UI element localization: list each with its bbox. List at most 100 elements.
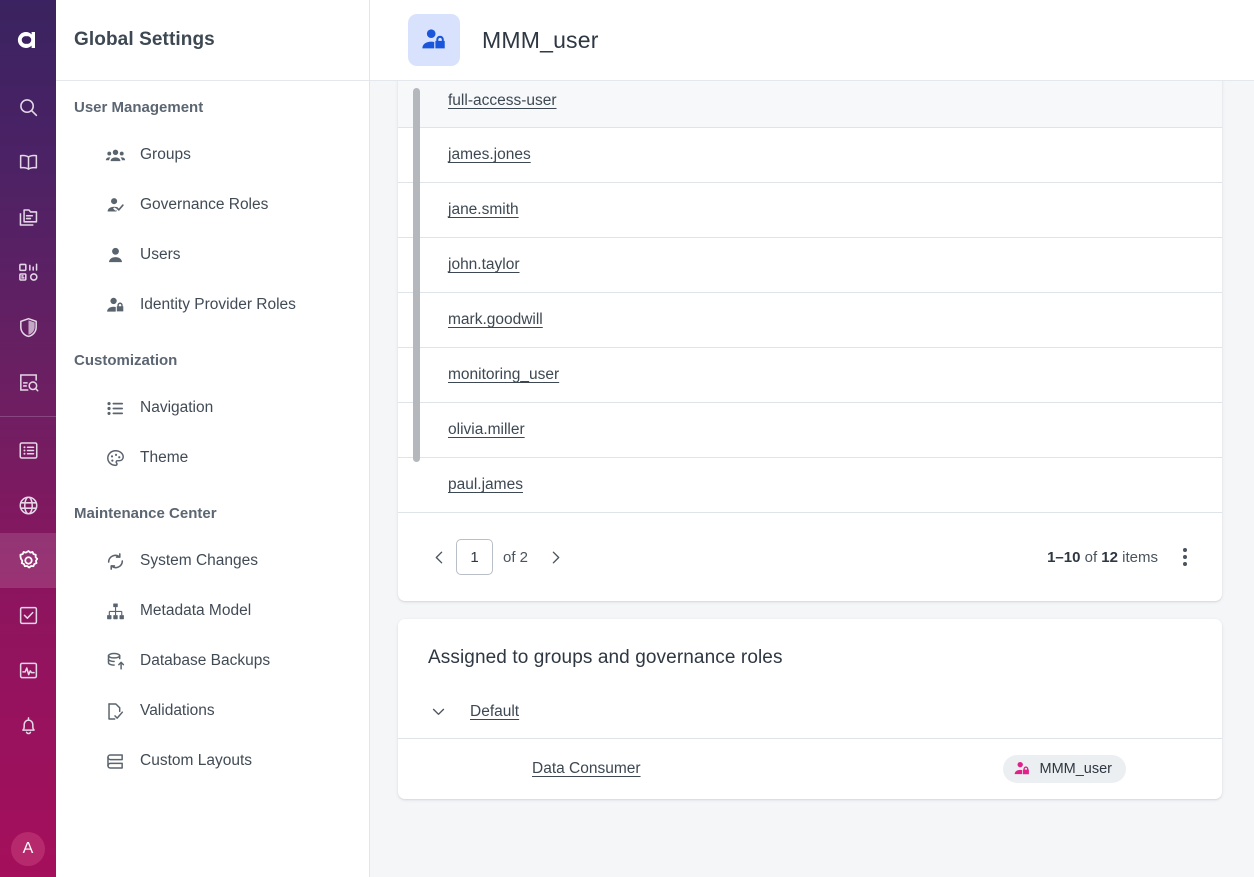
sidebar-item-label: Users	[140, 246, 180, 264]
nav-section-title: Maintenance Center	[56, 505, 369, 522]
chip-label: MMM_user	[1039, 761, 1112, 777]
sidebar-item-label: System Changes	[140, 552, 258, 570]
status-badge[interactable]: MMM_user	[1003, 755, 1126, 783]
page-title: Global Settings	[74, 29, 215, 51]
sidebar-item-label: Metadata Model	[140, 602, 251, 620]
identity-provider-role-icon	[408, 14, 460, 66]
table-row[interactable]: james.jones	[398, 128, 1222, 183]
sidebar-item-groups[interactable]: Groups	[56, 130, 369, 180]
sidebar-item-users[interactable]: Users	[56, 230, 369, 280]
sidebar-item-validations[interactable]: Validations	[56, 686, 369, 736]
dot	[1183, 548, 1187, 552]
checkbox-icon[interactable]	[0, 588, 56, 643]
settings-sidebar: Global Settings User Management	[56, 0, 370, 877]
dot	[1183, 555, 1187, 559]
assigned-groups-card: Assigned to groups and governance roles …	[398, 619, 1222, 799]
overflow-menu-icon[interactable]	[1170, 540, 1200, 574]
table-row[interactable]: mark.goodwill	[398, 293, 1222, 348]
sidebar-item-identity-provider-roles[interactable]: Identity Provider Roles	[56, 280, 369, 330]
database-backup-icon	[104, 650, 126, 672]
chevron-down-icon[interactable]	[428, 702, 448, 722]
app-root: A Global Settings User Management	[0, 0, 1254, 877]
table-row[interactable]: olivia.miller	[398, 403, 1222, 458]
user-link[interactable]: monitoring_user	[448, 366, 559, 384]
glossary-book-icon[interactable]	[0, 135, 56, 190]
list-icon[interactable]	[0, 423, 56, 478]
sidebar-item-custom-layouts[interactable]: Custom Layouts	[56, 736, 369, 786]
catalog-folder-icon[interactable]	[0, 190, 56, 245]
role-link[interactable]: Data Consumer	[532, 760, 641, 778]
table-row[interactable]: full-access-user	[398, 81, 1222, 128]
gear-icon[interactable]	[0, 533, 56, 588]
rail-divider	[0, 416, 56, 417]
user-link[interactable]: olivia.miller	[448, 421, 525, 439]
user-link[interactable]: paul.james	[448, 476, 523, 494]
sidebar-item-label: Identity Provider Roles	[140, 296, 296, 314]
chevron-right-icon[interactable]	[538, 540, 572, 574]
user-link[interactable]: james.jones	[448, 146, 531, 164]
search-icon[interactable]	[0, 80, 56, 135]
user-link[interactable]: john.taylor	[448, 256, 520, 274]
sidebar-item-metadata-model[interactable]: Metadata Model	[56, 586, 369, 636]
navigation-list-icon	[104, 397, 126, 419]
table-row[interactable]: john.taylor	[398, 238, 1222, 293]
nav-section-customization: Customization Navigation	[56, 352, 369, 483]
pagination: of 2 1–10 of 12 items	[398, 513, 1222, 601]
sidebar-scroll-area: User Management Groups	[56, 81, 369, 877]
group-link[interactable]: Default	[470, 703, 519, 721]
user-link[interactable]: full-access-user	[448, 92, 557, 110]
user-link[interactable]: jane.smith	[448, 201, 519, 219]
governance-role-icon	[104, 194, 126, 216]
sidebar-item-label: Validations	[140, 702, 215, 720]
metadata-model-icon	[104, 600, 126, 622]
sidebar-item-theme[interactable]: Theme	[56, 433, 369, 483]
sidebar-item-navigation[interactable]: Navigation	[56, 383, 369, 433]
pagination-items-label: items	[1118, 549, 1158, 566]
pagination-summary: 1–10 of 12 items	[1047, 549, 1158, 566]
table-row[interactable]: monitoring_user	[398, 348, 1222, 403]
main-content: MMM_user full-access-user james.jones ja…	[370, 0, 1254, 877]
group-row: Default	[398, 685, 1222, 739]
sidebar-item-label: Custom Layouts	[140, 752, 252, 770]
pagination-of: of	[1080, 549, 1101, 566]
table-row[interactable]: paul.james	[398, 458, 1222, 513]
app-logo[interactable]	[0, 0, 56, 80]
page-of-label: of 2	[503, 549, 528, 566]
user-link[interactable]: mark.goodwill	[448, 311, 543, 329]
sidebar-item-system-changes[interactable]: System Changes	[56, 536, 369, 586]
rail-group-primary	[0, 80, 56, 410]
sidebar-item-label: Navigation	[140, 399, 213, 417]
page-number-input[interactable]	[456, 539, 493, 575]
sync-icon	[104, 550, 126, 572]
query-search-icon[interactable]	[0, 355, 56, 410]
global-nav-rail: A	[0, 0, 56, 877]
shield-icon[interactable]	[0, 300, 56, 355]
sidebar-item-label: Database Backups	[140, 652, 270, 670]
palette-icon	[104, 447, 126, 469]
pagination-total: 12	[1101, 549, 1118, 566]
sidebar-item-label: Groups	[140, 146, 191, 164]
nav-section-title: Customization	[56, 352, 369, 369]
pagination-range: 1–10	[1047, 549, 1080, 566]
main-body: full-access-user james.jones jane.smith …	[370, 81, 1254, 877]
sidebar-item-governance-roles[interactable]: Governance Roles	[56, 180, 369, 230]
rail-group-secondary	[0, 423, 56, 753]
sidebar-item-database-backups[interactable]: Database Backups	[56, 636, 369, 686]
nav-section-title: User Management	[56, 99, 369, 116]
user-icon	[104, 244, 126, 266]
nav-section-maintenance-center: Maintenance Center System Changes	[56, 505, 369, 786]
identity-provider-role-icon	[1013, 760, 1031, 778]
entity-title: MMM_user	[482, 27, 599, 54]
identity-provider-role-icon	[104, 294, 126, 316]
custom-layout-icon	[104, 750, 126, 772]
entity-header: MMM_user	[370, 0, 1254, 81]
monitoring-icon[interactable]	[0, 643, 56, 698]
globe-icon[interactable]	[0, 478, 56, 533]
sidebar-scrollbar[interactable]	[413, 88, 420, 462]
table-row[interactable]: jane.smith	[398, 183, 1222, 238]
data-model-icon[interactable]	[0, 245, 56, 300]
bell-icon[interactable]	[0, 698, 56, 753]
chevron-left-icon[interactable]	[422, 540, 456, 574]
avatar[interactable]: A	[11, 832, 45, 866]
sidebar-item-label: Governance Roles	[140, 196, 268, 214]
